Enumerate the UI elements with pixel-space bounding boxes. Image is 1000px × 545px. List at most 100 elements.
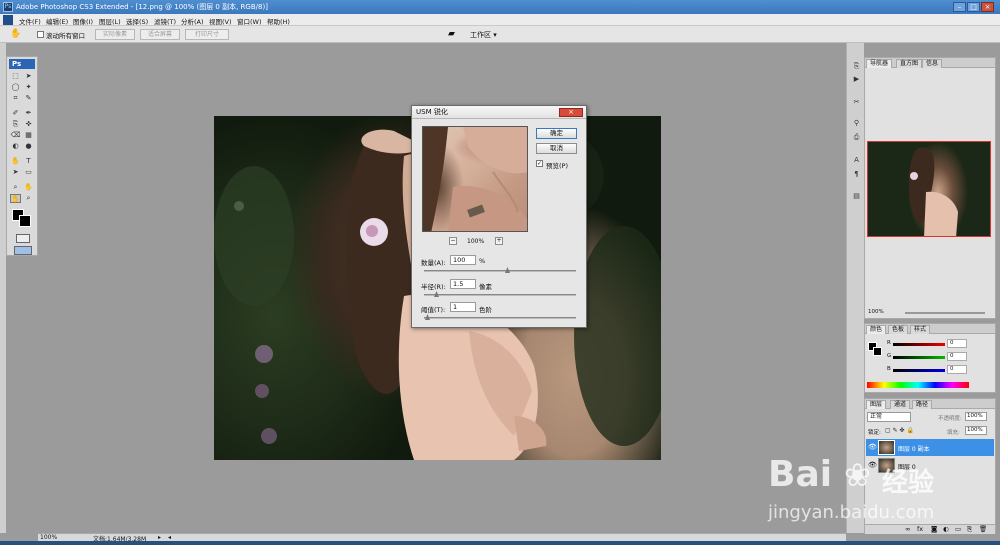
tab-swatches[interactable]: 色板 <box>888 325 909 334</box>
menu-edit[interactable]: 编辑(E) <box>46 16 68 26</box>
layer-visibility-eye-icon[interactable]: 👁 <box>868 443 877 451</box>
history-brush-icon[interactable]: ✜ <box>23 120 34 129</box>
eraser-tool-icon[interactable]: ⌫ <box>10 131 21 140</box>
tab-channels[interactable]: 通道 <box>890 400 911 409</box>
gradient-tool-icon[interactable]: ▦ <box>23 131 34 140</box>
workspace-menu[interactable]: 工作区 ▾ <box>470 30 497 40</box>
navigator-zoom-slider[interactable] <box>905 312 985 314</box>
b-slider[interactable] <box>893 369 945 372</box>
b-input[interactable]: 0 <box>947 365 967 374</box>
menu-filter[interactable]: 滤镜(T) <box>154 16 176 26</box>
brush-tool-icon[interactable]: ✒ <box>23 109 34 118</box>
menu-layer[interactable]: 图层(L) <box>99 16 121 26</box>
tab-navigator[interactable]: 导航器 <box>866 59 893 68</box>
brushes-panel-icon[interactable]: ⚲ <box>851 118 862 128</box>
actual-pixels-button[interactable]: 实际像素 <box>95 29 135 40</box>
clone-stamp-icon[interactable]: ⎘ <box>10 120 21 129</box>
preview-checkbox[interactable]: ✓ <box>536 160 543 167</box>
crop-tool-icon[interactable]: ⌗ <box>10 94 21 103</box>
maximize-button[interactable]: □ <box>967 2 980 12</box>
new-layer-icon[interactable]: ⎘ <box>967 525 972 534</box>
blur-tool-icon[interactable]: ◐ <box>10 142 21 151</box>
tab-histogram[interactable]: 直方图 <box>896 59 923 68</box>
fill-input[interactable]: 100% <box>965 426 987 435</box>
delete-layer-icon[interactable]: 🗑 <box>979 525 987 533</box>
scroll-left-icon[interactable]: ◂ <box>168 534 171 541</box>
menu-view[interactable]: 视图(V) <box>209 16 232 26</box>
tab-styles[interactable]: 样式 <box>910 325 931 334</box>
actions-panel-icon[interactable]: ▶ <box>851 74 862 84</box>
menu-file[interactable]: 文件(F) <box>19 16 41 26</box>
preview-image[interactable] <box>422 126 528 232</box>
amount-input[interactable]: 100 <box>450 255 476 265</box>
tab-info[interactable]: 信息 <box>922 59 943 68</box>
tab-color[interactable]: 颜色 <box>866 325 887 334</box>
background-color-swatch[interactable] <box>19 215 31 227</box>
ok-button[interactable]: 确定 <box>536 128 577 139</box>
slice-tool-icon[interactable]: ✎ <box>23 94 34 103</box>
lasso-tool-icon[interactable]: ◯ <box>10 83 21 92</box>
move-tool-icon[interactable]: ➤ <box>23 72 34 81</box>
healing-brush-icon[interactable]: ✐ <box>10 109 21 118</box>
magic-wand-icon[interactable]: ✦ <box>23 83 34 92</box>
color-spectrum-bar[interactable] <box>867 382 969 388</box>
lock-pixels-icon[interactable]: ▢ ✎ ✜ 🔒 <box>885 427 914 434</box>
shape-tool-icon[interactable]: ▭ <box>23 168 34 177</box>
quick-mask-icon[interactable] <box>16 234 30 243</box>
menu-help[interactable]: 帮助(H) <box>267 16 290 26</box>
history-panel-icon[interactable]: ⎘ <box>851 61 862 71</box>
threshold-input[interactable]: 1 <box>450 302 476 312</box>
paragraph-panel-icon[interactable]: ¶ <box>851 169 862 179</box>
close-button[interactable]: × <box>981 2 994 12</box>
marquee-tool-icon[interactable]: ⬚ <box>10 72 21 81</box>
dialog-close-button[interactable]: × <box>559 108 583 117</box>
zoom-out-button[interactable]: − <box>449 237 457 245</box>
hand-tool-icon[interactable]: ✋ <box>10 194 21 203</box>
scroll-all-checkbox[interactable] <box>37 31 44 38</box>
bg-color-swatch[interactable] <box>873 347 882 356</box>
tab-paths[interactable]: 路径 <box>912 400 933 409</box>
menu-window[interactable]: 窗口(W) <box>237 16 262 26</box>
layer-name[interactable]: 图层 0 副本 <box>898 444 930 453</box>
threshold-slider[interactable] <box>424 314 576 320</box>
zoom-in-button[interactable]: + <box>495 237 503 245</box>
blend-mode-select[interactable]: 正常 <box>867 412 911 422</box>
radius-slider[interactable] <box>424 291 576 297</box>
zoom-tool-icon[interactable]: ⌕ <box>23 194 34 203</box>
path-select-icon[interactable]: ➤ <box>10 168 21 177</box>
tab-layers[interactable]: 图层 <box>866 400 887 409</box>
menu-select[interactable]: 选择(S) <box>126 16 148 26</box>
layer-comps-icon[interactable]: ▤ <box>851 191 862 201</box>
screen-mode-icon[interactable] <box>14 246 32 255</box>
radius-slider-thumb[interactable] <box>434 291 439 297</box>
menu-image[interactable]: 图像(I) <box>73 16 93 26</box>
minimize-button[interactable]: – <box>953 2 966 12</box>
r-slider[interactable] <box>893 343 945 346</box>
g-slider[interactable] <box>893 356 945 359</box>
ps-menu-icon[interactable] <box>3 15 13 25</box>
navigator-thumbnail[interactable] <box>867 141 991 237</box>
pen-tool-icon[interactable]: ✋ <box>10 157 21 166</box>
clone-source-icon[interactable]: ⎙ <box>851 132 862 142</box>
opacity-input[interactable]: 100% <box>965 412 987 421</box>
cancel-button[interactable]: 取消 <box>536 143 577 154</box>
dodge-tool-icon[interactable]: ● <box>23 142 34 151</box>
eyedropper-icon[interactable]: ✋ <box>23 183 34 192</box>
character-panel-icon[interactable]: A <box>851 155 862 165</box>
radius-input[interactable]: 1.5 <box>450 279 476 289</box>
type-tool-icon[interactable]: T <box>23 157 34 166</box>
hand-tool-icon[interactable]: ✋ <box>10 29 21 39</box>
workspace-icon[interactable]: ▰ <box>448 29 455 39</box>
menu-analysis[interactable]: 分析(A) <box>181 16 204 26</box>
status-zoom[interactable]: 100% <box>40 534 57 541</box>
amount-slider-thumb[interactable] <box>505 267 510 273</box>
g-input[interactable]: 0 <box>947 352 967 361</box>
r-input[interactable]: 0 <box>947 339 967 348</box>
print-size-button[interactable]: 打印尺寸 <box>185 29 229 40</box>
fit-screen-button[interactable]: 适合屏幕 <box>140 29 180 40</box>
tool-presets-icon[interactable]: ✂ <box>851 97 862 107</box>
status-menu-arrow-icon[interactable]: ▸ <box>158 534 161 541</box>
notes-tool-icon[interactable]: ⌕ <box>10 183 21 192</box>
threshold-slider-thumb[interactable] <box>425 314 430 320</box>
amount-slider[interactable] <box>424 267 576 273</box>
